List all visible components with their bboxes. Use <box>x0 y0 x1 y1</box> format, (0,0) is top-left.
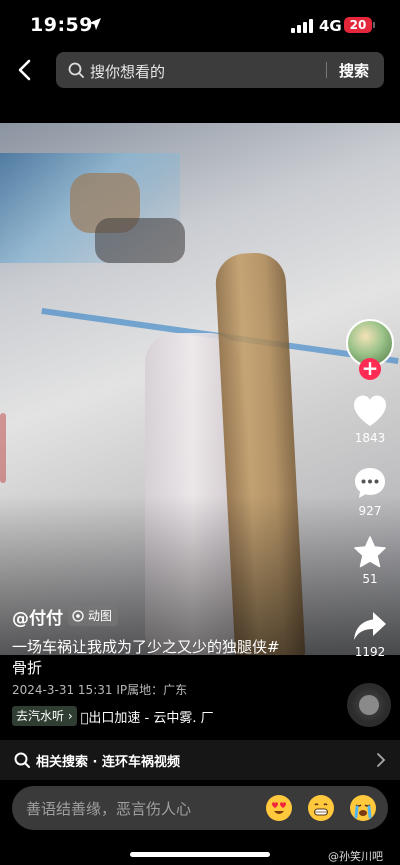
search-input[interactable]: 搜你想看的 <box>90 61 165 82</box>
crying-emoji-icon[interactable] <box>350 795 376 821</box>
comment-placeholder: 善语结善缘，恶言伤人心 <box>26 800 192 818</box>
related-search-bar[interactable]: 相关搜索 · 连环车祸视频 <box>0 740 400 780</box>
comment-bubble-icon <box>355 468 385 498</box>
location-arrow-icon <box>89 18 101 30</box>
music-disc-center <box>359 695 379 715</box>
caption-hashtag[interactable]: 骨折 <box>12 657 42 678</box>
gif-icon <box>72 610 84 622</box>
search-icon <box>14 752 30 768</box>
status-time: 19:59 <box>30 14 93 36</box>
favorite-count: 51 <box>362 572 378 586</box>
media-type-label: 动图 <box>88 609 113 623</box>
related-search-text: 相关搜索 · 连环车祸视频 <box>36 755 180 770</box>
comment-count: 927 <box>358 504 382 518</box>
media-type-tag: 动图 <box>68 606 119 626</box>
home-indicator <box>130 852 270 857</box>
network-type: 4G <box>319 17 342 35</box>
chevron-right-icon <box>377 753 386 767</box>
listen-badge[interactable]: 去汽水听 › <box>12 706 77 726</box>
heart-eyes-emoji-icon[interactable] <box>266 795 292 821</box>
author-name[interactable]: @付付 <box>12 604 63 629</box>
music-disc[interactable] <box>347 683 391 727</box>
watermark: @孙笑川吧 <box>328 850 383 863</box>
caption-line-1: 一场车祸让我成为了少之又少的独腿侠# <box>12 638 280 656</box>
favorite-button[interactable]: 51 <box>348 535 392 586</box>
comment-button[interactable]: 927 <box>348 465 392 518</box>
share-count: 1192 <box>354 645 386 659</box>
video-bottom-shade <box>0 495 400 655</box>
search-bar[interactable]: 搜你想看的 搜索 <box>56 52 384 88</box>
status-bar: 19:59 4G 20 <box>0 0 400 50</box>
grin-emoji-icon[interactable] <box>308 795 334 821</box>
music-row[interactable]: 去汽水听 ›  出口加速 - 云中雾. 厂 <box>12 706 214 726</box>
heart-icon <box>354 395 386 426</box>
music-title:  出口加速 - 云中雾. 厂 <box>80 710 214 726</box>
search-button[interactable]: 搜索 <box>339 60 369 81</box>
post-meta: 2024-3-31 15:31 IP属地：广东 <box>12 683 188 697</box>
battery-tip <box>373 22 375 28</box>
follow-plus-button[interactable]: + <box>359 358 381 380</box>
like-count: 1843 <box>354 431 386 445</box>
share-button[interactable]: 1192 <box>348 610 392 659</box>
share-arrow-icon <box>354 612 386 640</box>
like-button[interactable]: 1843 <box>348 394 392 445</box>
signal-icon <box>291 19 313 33</box>
search-icon <box>68 62 84 78</box>
battery-icon: 20 <box>344 17 372 33</box>
search-divider <box>326 62 327 78</box>
star-icon <box>354 536 386 568</box>
comment-input[interactable]: 善语结善缘，恶言伤人心 <box>12 786 388 830</box>
video-player[interactable] <box>0 123 400 655</box>
video-scene-edge <box>0 413 6 483</box>
back-arrow-icon[interactable] <box>14 58 36 82</box>
video-scene-shadow <box>95 218 185 263</box>
